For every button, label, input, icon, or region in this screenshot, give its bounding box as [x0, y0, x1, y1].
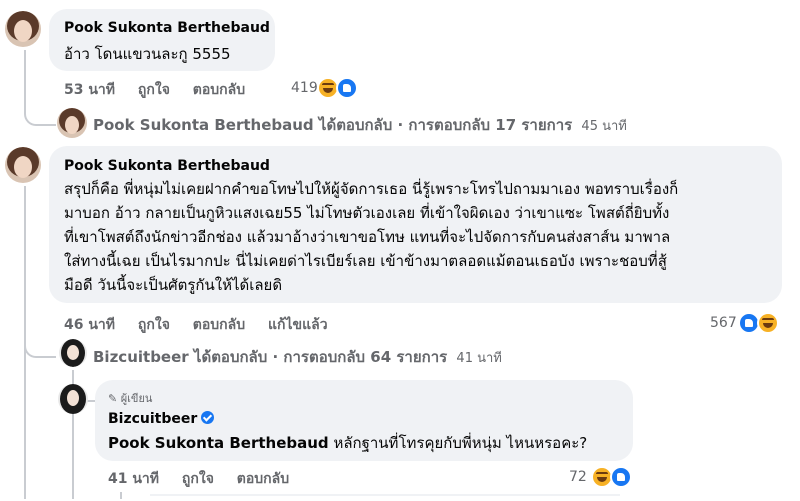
- avatar[interactable]: [59, 339, 87, 367]
- thread-connector: [24, 300, 56, 358]
- avatar[interactable]: [57, 108, 87, 138]
- like-button[interactable]: ถูกใจ: [182, 471, 214, 487]
- like-reaction-icon[interactable]: [336, 77, 358, 99]
- reply-bubble: ✎ ผู้เขียน Bizcuitbeer Pook Sukonta Bert…: [95, 380, 633, 461]
- comment-author[interactable]: Pook Sukonta Berthebaud: [64, 158, 270, 174]
- replies-summary-label: ได้ตอบกลับ · การตอบกลับ 17 รายการ: [318, 116, 573, 134]
- author-badge-label: ผู้เขียน: [120, 392, 153, 405]
- replies-summary-name: Bizcuitbeer: [93, 348, 189, 366]
- avatar[interactable]: [5, 147, 41, 183]
- comment-author-name: Bizcuitbeer: [108, 411, 198, 427]
- like-button[interactable]: ถูกใจ: [138, 82, 170, 98]
- replies-summary-time: 41 นาที: [456, 351, 502, 366]
- verified-icon: [201, 411, 215, 424]
- nested-reply-preview: [150, 494, 620, 501]
- replies-summary-time: 45 นาที: [581, 119, 627, 134]
- comment-text-line: สรุปก็คือ พี่หนุ่มไม่เคยฝากคำขอโทษไปให้ผ…: [64, 180, 679, 198]
- comment-bubble: Pook Sukonta Berthebaud สรุปก็คือ พี่หนุ…: [49, 146, 782, 303]
- thread-line: [120, 492, 122, 499]
- reply-button[interactable]: ตอบกลับ: [193, 82, 245, 98]
- replies-summary[interactable]: Bizcuitbeer ได้ตอบกลับ · การตอบกลับ 64 ร…: [93, 345, 502, 369]
- comment-time[interactable]: 41 นาที: [108, 471, 159, 487]
- comment-time[interactable]: 53 นาที: [64, 82, 115, 98]
- replies-summary-name: Pook Sukonta Berthebaud: [93, 116, 314, 134]
- like-button[interactable]: ถูกใจ: [138, 317, 170, 333]
- reply-text: หลักฐานที่โทรคุยกับพี่หนุ่ม ไหนหรอคะ?: [328, 434, 588, 452]
- comment-text-line: ที่เขาโพสต์ถึงนักข่าวอีกช่อง แล้วมาอ้างว…: [64, 228, 671, 246]
- replies-summary[interactable]: Pook Sukonta Berthebaud ได้ตอบกลับ · การ…: [93, 113, 627, 137]
- comment-bubble: Pook Sukonta Berthebaud อ้าว โดนแขวนละกู…: [49, 9, 275, 71]
- haha-reaction-icon[interactable]: [757, 312, 779, 334]
- comment-text-line: มือดี วันนี้จะเป็นศัตรูกันให้ได้เลยดิ: [64, 276, 283, 294]
- pencil-icon: ✎: [108, 392, 118, 405]
- comment-text-line: มาบอก อ้าว กลายเป็นกูหิวแสงเฉย55 ไม่โทษต…: [64, 204, 670, 222]
- comment-time[interactable]: 46 นาที: [64, 317, 115, 333]
- comment-text: อ้าว โดนแขวนละกู 5555: [64, 45, 231, 63]
- comment-text-line: ใส่ทางนี้เฉย เป็นไรมากปะ นี่ไม่เคยด่าไรเ…: [64, 252, 667, 270]
- replies-summary-label: ได้ตอบกลับ · การตอบกลับ 64 รายการ: [193, 348, 448, 366]
- mention-link[interactable]: Pook Sukonta Berthebaud: [108, 434, 329, 452]
- reaction-count[interactable]: 72: [569, 469, 587, 485]
- like-reaction-icon[interactable]: [610, 466, 632, 488]
- thread-connector: [24, 50, 56, 126]
- edited-label[interactable]: แก้ไขแล้ว: [268, 317, 328, 333]
- reply-button[interactable]: ตอบกลับ: [193, 317, 245, 333]
- comment-text: Pook Sukonta Berthebaud หลักฐานที่โทรคุย…: [108, 431, 587, 455]
- reaction-count[interactable]: 419: [291, 80, 318, 96]
- comment-actions: 46 นาที ถูกใจ ตอบกลับ แก้ไขแล้ว: [64, 314, 346, 336]
- avatar[interactable]: [5, 11, 41, 47]
- comment-author[interactable]: Pook Sukonta Berthebaud: [64, 20, 270, 36]
- comment-actions: 41 นาที ถูกใจ ตอบกลับ: [108, 468, 307, 490]
- comment-author[interactable]: Bizcuitbeer: [108, 411, 215, 427]
- comment-actions: 53 นาที ถูกใจ ตอบกลับ: [64, 79, 263, 101]
- avatar[interactable]: [58, 384, 88, 414]
- author-badge: ✎ ผู้เขียน: [108, 389, 152, 407]
- reaction-count[interactable]: 567: [710, 315, 737, 331]
- reply-button[interactable]: ตอบกลับ: [237, 471, 289, 487]
